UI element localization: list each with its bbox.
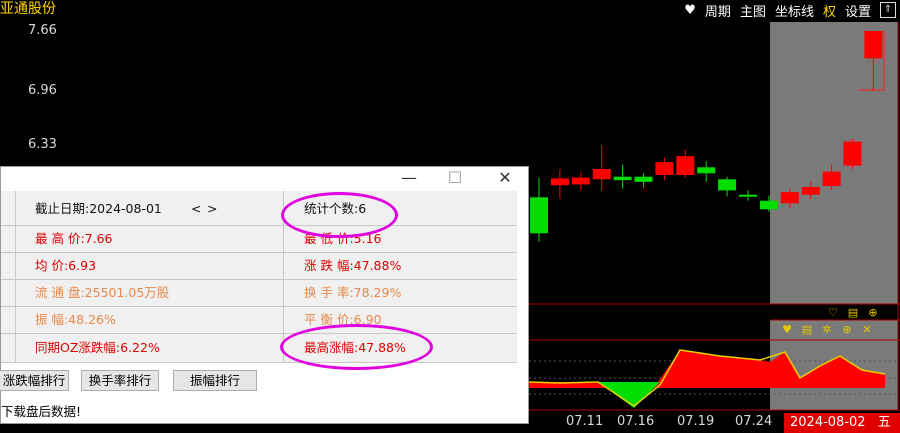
close-icon[interactable]: ✕	[860, 323, 874, 336]
minimize-button[interactable]: —	[387, 167, 431, 189]
quan-button[interactable]: 权	[823, 1, 836, 20]
annotation-ellipse-max-rise	[280, 324, 433, 370]
close-button[interactable]: ✕	[483, 167, 527, 189]
candle-body[interactable]	[676, 156, 695, 175]
candle-body[interactable]	[655, 162, 674, 175]
candle-body[interactable]	[550, 178, 569, 186]
candle-body[interactable]	[822, 171, 841, 187]
date-prev-button[interactable]: <	[191, 195, 201, 222]
dialog-titlebar[interactable]: — ☐ ✕	[1, 167, 528, 191]
float-shares: 流 通 盘:25501.05万股	[35, 285, 170, 300]
candle-body[interactable]	[801, 187, 820, 195]
selection-highlight	[770, 22, 898, 304]
change-pct: 涨 跌 幅:47.88%	[304, 258, 402, 273]
high-price: 最 高 价:7.66	[35, 231, 113, 246]
heart-icon[interactable]: ♥	[780, 323, 794, 336]
main-chart-button[interactable]: 主图	[740, 1, 766, 20]
expand-icon[interactable]: ⇑	[880, 2, 896, 18]
candle-body[interactable]	[592, 169, 611, 180]
interval-stats-dialog: — ☐ ✕ 截止日期:2024-08-01 < > 统计个数:6 最 高 价:7…	[0, 166, 529, 424]
candle-body[interactable]	[718, 179, 737, 191]
candle-body[interactable]	[864, 31, 883, 59]
candle-body[interactable]	[634, 176, 653, 182]
selected-date-label: 2024-08-02 五	[784, 413, 900, 433]
avg-price: 均 价:6.93	[35, 258, 97, 273]
candle-body[interactable]	[697, 167, 716, 174]
candle-body[interactable]	[780, 192, 799, 204]
x-date-label: 07.24	[735, 414, 773, 429]
zoom-icon[interactable]: ⊕	[866, 306, 880, 319]
note-icon[interactable]: ▤	[846, 306, 860, 319]
download-note: 下载盘后数据!	[1, 404, 82, 419]
candle-body[interactable]	[759, 200, 778, 210]
chart-toolbar: ♥ 周期 主图 坐标线 权 设置 ⇑	[684, 0, 896, 20]
maximize-button[interactable]: ☐	[433, 167, 477, 189]
annotation-ellipse-count	[281, 192, 398, 238]
x-date-label: 07.19	[677, 414, 715, 429]
same-period-change: 同期OZ涨跌幅:6.22%	[35, 340, 160, 355]
selected-weekday-text: 五	[877, 415, 891, 430]
axis-button[interactable]: 坐标线	[775, 1, 814, 20]
selected-date-text: 2024-08-02	[790, 415, 866, 430]
amplitude: 振 幅:48.26%	[35, 312, 116, 327]
amplitude-rank-button[interactable]: 振幅排行	[173, 370, 257, 391]
y-tick-label: 6.96	[28, 83, 57, 98]
stats-grid: 截止日期:2024-08-01 < > 统计个数:6 最 高 价:7.66 最 …	[1, 191, 517, 363]
turnover-rate: 换 手 率:78.29%	[304, 285, 402, 300]
candle-body[interactable]	[571, 177, 590, 185]
zoom-icon[interactable]: ⊕	[840, 323, 854, 336]
x-date-label: 07.16	[617, 414, 655, 429]
candle-body[interactable]	[843, 141, 862, 166]
period-button[interactable]: 周期	[705, 1, 731, 20]
heart-icon[interactable]: ♥	[684, 3, 696, 18]
candle-body[interactable]	[739, 194, 757, 197]
note-icon[interactable]: ▤	[800, 323, 814, 336]
heart-outline-icon[interactable]: ♡	[826, 306, 840, 319]
end-date-label: 截止日期:2024-08-01	[35, 201, 162, 216]
indicator-green-area	[598, 382, 660, 408]
indicator-pane-icons: ♥ ▤ ✲ ⊕ ✕	[780, 323, 874, 336]
candle-body[interactable]	[530, 197, 548, 234]
main-pane-icons: ♡ ▤ ⊕	[826, 306, 880, 319]
candle-body[interactable]	[613, 176, 632, 181]
date-next-button[interactable]: >	[207, 195, 217, 222]
turnover-rank-button[interactable]: 换手率排行	[81, 370, 159, 391]
stock-name-title: 亚通股份	[0, 1, 56, 17]
y-tick-label: 7.66	[28, 23, 57, 38]
y-tick-label: 6.33	[28, 137, 57, 152]
settings-button[interactable]: 设置	[845, 1, 871, 20]
x-date-label: 07.11	[566, 414, 604, 429]
change-rank-button[interactable]: 涨跌幅排行	[0, 370, 69, 391]
pin-icon[interactable]: ✲	[820, 323, 834, 336]
